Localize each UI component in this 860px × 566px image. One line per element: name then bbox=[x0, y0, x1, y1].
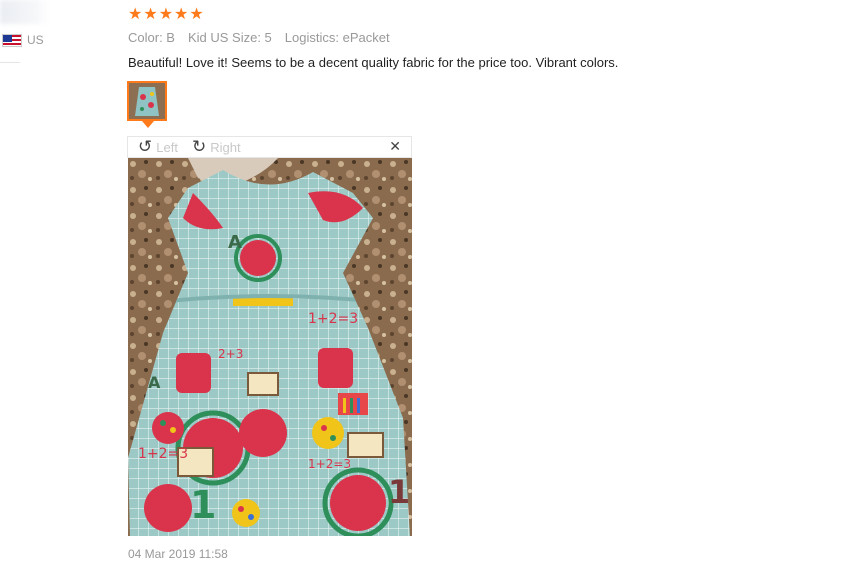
star-icon: ★ bbox=[189, 6, 204, 23]
us-flag-icon bbox=[2, 33, 22, 47]
svg-text:2+3: 2+3 bbox=[218, 347, 243, 361]
reviewer-country: US bbox=[2, 33, 44, 47]
attribute-size: Kid US Size: 5 bbox=[187, 30, 272, 45]
svg-text:1+2=3: 1+2=3 bbox=[308, 457, 351, 471]
close-icon[interactable]: ✕ bbox=[389, 138, 401, 155]
star-icon: ★ bbox=[128, 6, 143, 23]
rotate-left-icon: ↺ bbox=[138, 137, 153, 156]
star-icon: ★ bbox=[174, 6, 189, 23]
star-icon: ★ bbox=[158, 6, 174, 23]
star-icon: ★ bbox=[143, 6, 158, 23]
order-attributes: Color: B Kid US Size: 5 Logistics: ePack… bbox=[128, 30, 403, 45]
svg-text:1: 1 bbox=[190, 483, 216, 527]
rotate-right-label: Right bbox=[210, 139, 241, 155]
image-viewer-toolbar: ↺ Left ↻ Right ✕ bbox=[127, 136, 412, 158]
review-date: 04 Mar 2019 11:58 bbox=[128, 547, 228, 561]
star-rating: ★ ★ ★ ★ ★ bbox=[128, 6, 204, 24]
rotate-left-button[interactable]: ↺ Left bbox=[138, 138, 178, 156]
divider bbox=[0, 62, 20, 63]
svg-text:1+2=3: 1+2=3 bbox=[308, 311, 358, 327]
attribute-logistics: Logistics: ePacket bbox=[284, 30, 390, 45]
thumbnail-pointer bbox=[142, 121, 154, 128]
attribute-color: Color: B bbox=[128, 30, 175, 45]
review-text: Beautiful! Love it! Seems to be a decent… bbox=[128, 55, 619, 70]
rotate-left-label: Left bbox=[156, 139, 178, 155]
review-photo: 1 1 A A 1+2=3 1+2=3 2+3 1+2=3 bbox=[128, 158, 412, 536]
rotate-right-icon: ↻ bbox=[192, 137, 207, 156]
svg-text:1+2=3: 1+2=3 bbox=[138, 446, 188, 462]
review-item: US ★ ★ ★ ★ ★ Color: B Kid US Size: 5 Log… bbox=[0, 0, 860, 566]
reviewer-name-blurred bbox=[0, 0, 50, 24]
country-code: US bbox=[27, 33, 44, 47]
rotate-right-button[interactable]: ↻ Right bbox=[192, 138, 241, 156]
svg-text:A: A bbox=[228, 232, 242, 253]
review-photo-thumbnail[interactable] bbox=[127, 81, 167, 121]
